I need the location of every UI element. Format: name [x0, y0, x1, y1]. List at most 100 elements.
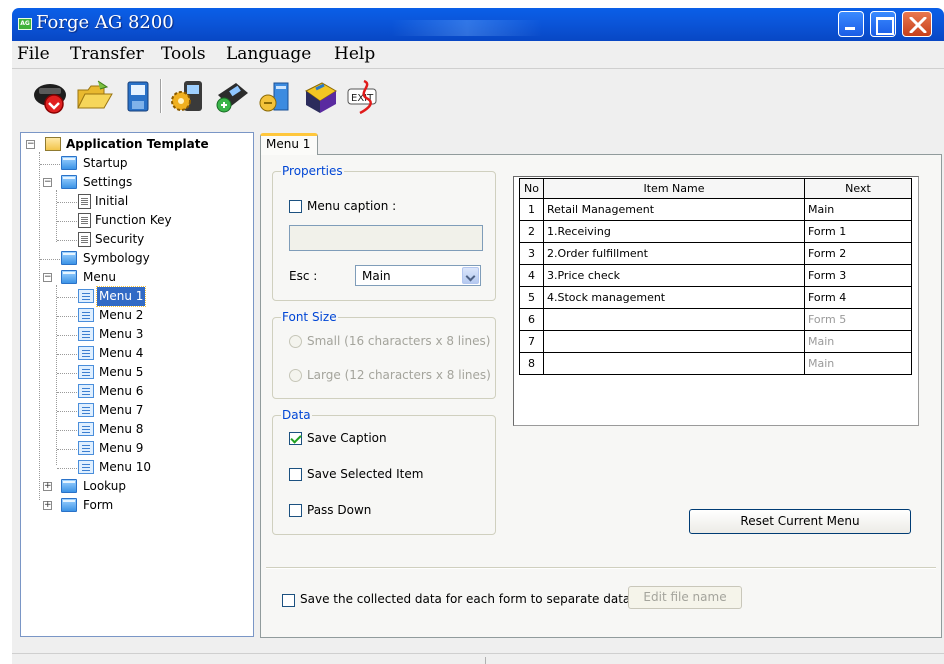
- cell-item-name[interactable]: 4.Stock management: [543, 286, 805, 309]
- tree-connector: [57, 449, 77, 450]
- menu-transfer[interactable]: Transfer: [70, 44, 144, 64]
- tree-item-form[interactable]: + Form: [21, 496, 251, 515]
- menu-file[interactable]: File: [17, 44, 50, 64]
- tree-item-initial[interactable]: Initial: [21, 192, 251, 211]
- cell-next[interactable]: Main: [804, 330, 912, 353]
- table-row[interactable]: 8 Main: [519, 352, 912, 375]
- tree-item-settings[interactable]: − Settings: [21, 173, 251, 192]
- expand-icon[interactable]: +: [43, 482, 52, 491]
- table-row[interactable]: 1 Retail Management Main: [519, 198, 912, 221]
- separate-files-checkbox[interactable]: [282, 594, 295, 607]
- tree-label: Menu 5: [99, 365, 144, 379]
- menu-help[interactable]: Help: [334, 44, 375, 64]
- tree-item-menu[interactable]: − Menu: [21, 268, 251, 287]
- cell-no: 2: [519, 220, 544, 243]
- tree-item-menu-2[interactable]: Menu 2: [21, 306, 251, 325]
- settings-tool-button[interactable]: [168, 77, 208, 117]
- cell-next[interactable]: Form 2: [804, 242, 912, 265]
- cell-item-name[interactable]: [543, 352, 805, 375]
- reset-current-menu-button[interactable]: Reset Current Menu: [689, 509, 911, 534]
- maximize-button[interactable]: [870, 11, 896, 37]
- table-row[interactable]: 6 Form 5: [519, 308, 912, 331]
- column-header-item-name: Item Name: [543, 178, 805, 199]
- help-tool-button[interactable]: [300, 77, 340, 117]
- menu-caption-label: Menu caption :: [307, 199, 397, 213]
- chevron-down-icon[interactable]: [462, 267, 479, 284]
- tree-item-menu-7[interactable]: Menu 7: [21, 401, 251, 420]
- tree-item-menu-6[interactable]: Menu 6: [21, 382, 251, 401]
- menu-caption-input[interactable]: [289, 225, 483, 251]
- template-tree[interactable]: − Application Template Startup − Setting…: [20, 132, 254, 637]
- status-bar: [12, 653, 944, 664]
- tree-connector: [57, 354, 77, 355]
- tree-item-menu-5[interactable]: Menu 5: [21, 363, 251, 382]
- pass-down-checkbox[interactable]: [289, 504, 302, 517]
- tree-item-menu-1[interactable]: Menu 1: [21, 286, 251, 307]
- collapse-icon[interactable]: −: [26, 140, 35, 149]
- database-tool-button[interactable]: [256, 77, 296, 117]
- save-selected-item-checkbox[interactable]: [289, 468, 302, 481]
- tree-label: Menu: [83, 270, 116, 284]
- menu-language[interactable]: Language: [226, 44, 311, 64]
- cell-item-name[interactable]: 3.Price check: [543, 264, 805, 287]
- tree-item-root[interactable]: − Application Template: [21, 135, 251, 154]
- document-icon: [78, 213, 91, 228]
- tree-connector: [57, 468, 77, 469]
- edit-file-name-button[interactable]: Edit file name: [628, 586, 742, 609]
- tree-connector: [57, 297, 77, 298]
- exit-tool-button[interactable]: EXIT: [342, 77, 382, 117]
- expand-icon[interactable]: +: [43, 501, 52, 510]
- tree-item-menu-3[interactable]: Menu 3: [21, 325, 251, 344]
- cell-item-name[interactable]: Retail Management: [543, 198, 805, 221]
- tree-label: Application Template: [66, 137, 209, 151]
- cell-next[interactable]: Form 5: [804, 308, 912, 331]
- menu-caption-checkbox[interactable]: [289, 200, 302, 213]
- cancel-tool-button[interactable]: [30, 77, 70, 117]
- tree-item-security[interactable]: Security: [21, 230, 251, 249]
- tree-item-menu-8[interactable]: Menu 8: [21, 420, 251, 439]
- save-caption-checkbox[interactable]: [289, 432, 302, 445]
- menu-page-icon: [78, 384, 94, 398]
- collapse-icon[interactable]: −: [43, 178, 52, 187]
- close-button[interactable]: [902, 11, 932, 37]
- table-row[interactable]: 7 Main: [519, 330, 912, 353]
- menu-bar: File Transfer Tools Language Help: [12, 41, 944, 69]
- table-row[interactable]: 4 3.Price check Form 3: [519, 264, 912, 287]
- cell-item-name[interactable]: [543, 308, 805, 331]
- download-tool-button[interactable]: [212, 77, 252, 117]
- tree-item-symbology[interactable]: Symbology: [21, 249, 251, 268]
- menu-tools[interactable]: Tools: [161, 44, 206, 64]
- tree-label: Form: [83, 498, 114, 512]
- properties-group: Properties Menu caption : Esc : Main: [272, 164, 496, 301]
- table-row[interactable]: 5 4.Stock management Form 4: [519, 286, 912, 309]
- tree-item-lookup[interactable]: + Lookup: [21, 477, 251, 496]
- tree-item-menu-9[interactable]: Menu 9: [21, 439, 251, 458]
- tab-menu-1[interactable]: Menu 1: [260, 133, 318, 155]
- cell-item-name[interactable]: 1.Receiving: [543, 220, 805, 243]
- tree-item-startup[interactable]: Startup: [21, 154, 251, 173]
- font-small-radio[interactable]: [289, 335, 302, 348]
- tree-connector: [57, 240, 77, 241]
- menu-items-grid[interactable]: No Item Name Next 1 Retail Management Ma…: [513, 176, 919, 426]
- tree-item-menu-10[interactable]: Menu 10: [21, 458, 251, 477]
- table-row[interactable]: 3 2.Order fulfillment Form 2: [519, 242, 912, 265]
- save-disk-icon: [127, 81, 149, 112]
- cell-next[interactable]: Main: [804, 352, 912, 375]
- cell-next[interactable]: Form 4: [804, 286, 912, 309]
- table-row[interactable]: 2 1.Receiving Form 1: [519, 220, 912, 243]
- tree-item-menu-4[interactable]: Menu 4: [21, 344, 251, 363]
- cell-item-name[interactable]: 2.Order fulfillment: [543, 242, 805, 265]
- tree-item-function-key[interactable]: Function Key: [21, 211, 251, 230]
- cell-next[interactable]: Main: [804, 198, 912, 221]
- open-tool-button[interactable]: [74, 77, 114, 117]
- tree-label: Menu 9: [99, 441, 144, 455]
- collapse-icon[interactable]: −: [43, 273, 52, 282]
- font-large-radio[interactable]: [289, 369, 302, 382]
- minimize-button[interactable]: [838, 11, 864, 37]
- menu-page-icon: [78, 346, 94, 360]
- cell-next[interactable]: Form 3: [804, 264, 912, 287]
- cell-item-name[interactable]: [543, 330, 805, 353]
- cell-next[interactable]: Form 1: [804, 220, 912, 243]
- esc-select[interactable]: Main: [355, 265, 481, 286]
- save-tool-button[interactable]: [118, 77, 158, 117]
